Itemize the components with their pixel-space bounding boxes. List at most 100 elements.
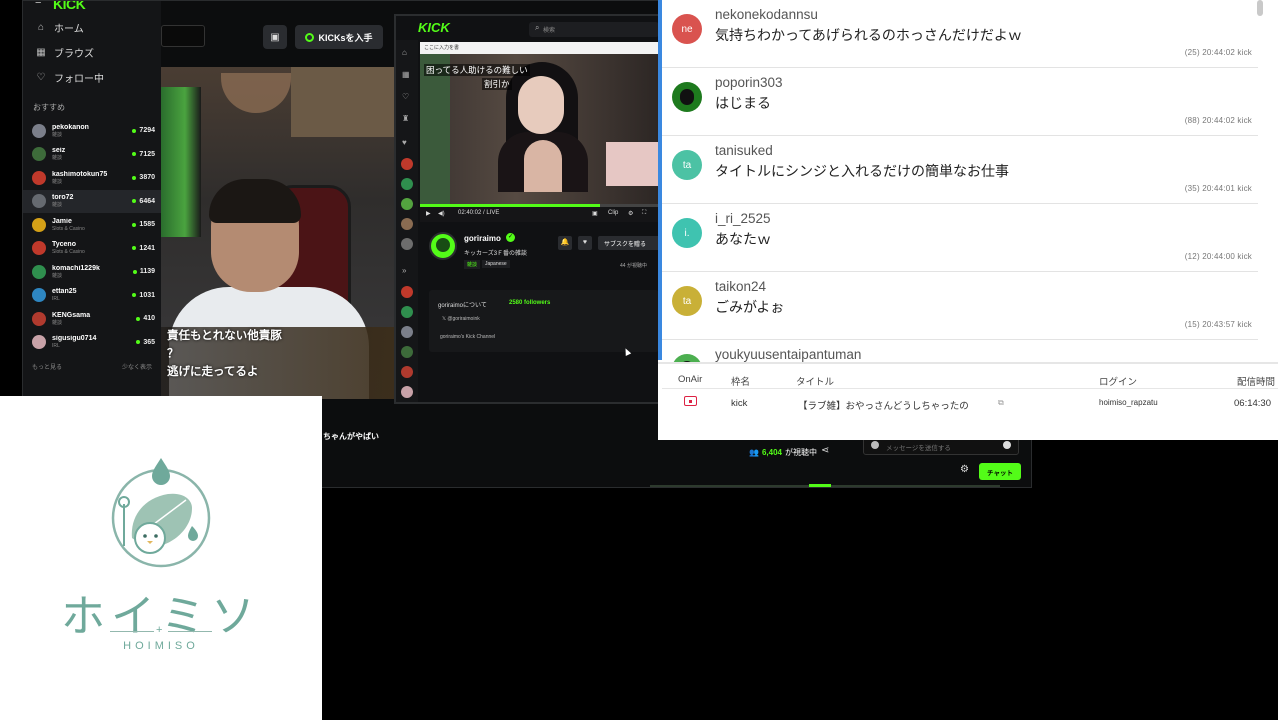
- comment-list: ne nekonekodannsu 気持ちわかってあげられるのホっさんだけだよｗ (2…: [658, 0, 1258, 362]
- home-icon[interactable]: ⌂: [402, 48, 407, 57]
- commenter-avatar: ne: [672, 14, 702, 44]
- emoji-icon[interactable]: [1003, 441, 1011, 449]
- channel-avatar[interactable]: [401, 178, 413, 190]
- search-input[interactable]: [161, 25, 205, 47]
- channel-category: 雑談: [52, 272, 63, 279]
- streamer-avatar-image: [436, 238, 450, 252]
- channel-avatar[interactable]: [401, 326, 413, 338]
- header-duration[interactable]: 配信時間: [1237, 374, 1275, 388]
- nav-browse[interactable]: ▦ ブラウズ: [23, 40, 161, 65]
- show-less-link[interactable]: 少なく表示: [122, 362, 152, 371]
- nested-video-player[interactable]: ここに入力を書 困ってる人助けるの難しい 割引か ▶ ◀) 02:40:02 /…: [420, 42, 658, 222]
- channel-avatar[interactable]: [401, 286, 413, 298]
- header-frame[interactable]: 枠名: [731, 374, 750, 388]
- channel-avatar[interactable]: [401, 218, 413, 230]
- collapse-icon[interactable]: »: [402, 266, 406, 275]
- channel-category: 雑談: [52, 319, 63, 326]
- dashboard-button[interactable]: ▣: [263, 25, 287, 49]
- channel-avatar[interactable]: [401, 158, 413, 170]
- channel-avatar[interactable]: [401, 386, 413, 398]
- channel-avatar[interactable]: [401, 366, 413, 378]
- play-icon[interactable]: ▶: [426, 210, 431, 217]
- nested-viewer-count: 44 が視聴中: [620, 263, 647, 269]
- channel-avatar: [32, 147, 46, 162]
- gift-sub-button[interactable]: サブスクを贈る: [598, 236, 658, 250]
- channel-row[interactable]: sigusigu0714 IRL 365: [23, 331, 161, 355]
- channel-name: Jamie: [52, 217, 72, 225]
- comment-item[interactable]: i. i_ri_2525 あなたｗ (12) 20:44:00 kick: [662, 204, 1258, 272]
- clip-button[interactable]: Clip: [608, 210, 618, 216]
- menu-icon[interactable]: ≡: [35, 1, 41, 7]
- channel-row[interactable]: toro72 雑談 6464: [23, 189, 161, 213]
- channel-avatar[interactable]: [401, 346, 413, 358]
- browse-icon[interactable]: ▦: [402, 70, 410, 79]
- video-time: 02:40:02 / LIVE: [458, 210, 500, 216]
- row-login[interactable]: hoimiso_rapzatu: [1099, 398, 1158, 407]
- video-left-panel: [420, 54, 450, 204]
- nav-home[interactable]: ⌂ ホーム: [23, 15, 161, 40]
- streamer-name[interactable]: goriraimo: [464, 234, 501, 243]
- get-kicks-button[interactable]: KICKsを入手: [295, 25, 383, 49]
- channel-avatar[interactable]: [401, 238, 413, 250]
- channel-avatar[interactable]: [401, 198, 413, 210]
- dashboard-icon: ▣: [270, 31, 280, 43]
- settings-icon[interactable]: ⚙: [628, 210, 633, 217]
- comment-item[interactable]: ta taikon24 ごみがよぉ (15) 20:43:57 kick: [662, 272, 1258, 340]
- kick-logo[interactable]: KICK: [53, 1, 86, 12]
- channel-row[interactable]: KENGsama 雑談 410: [23, 307, 161, 331]
- header-title[interactable]: タイトル: [796, 374, 834, 388]
- channel-category: 雑談: [52, 202, 63, 209]
- nested-kick-logo[interactable]: KICK: [418, 20, 450, 35]
- heart-icon[interactable]: ♡: [402, 92, 409, 101]
- chat-send-button[interactable]: チャット: [979, 463, 1021, 480]
- volume-icon[interactable]: ◀): [438, 210, 445, 217]
- chat-scroll-thumb[interactable]: [809, 484, 831, 487]
- comment-scrollbar[interactable]: [1257, 0, 1263, 16]
- trophy-icon[interactable]: ♜: [402, 114, 409, 123]
- notification-bell-button[interactable]: 🔔: [558, 236, 572, 250]
- share-icon[interactable]: ⋖: [821, 445, 829, 456]
- comment-item[interactable]: youkyuusentaipantuman: [662, 340, 1258, 362]
- gear-icon[interactable]: ⚙: [960, 464, 969, 475]
- channel-name: pekokanon: [52, 123, 89, 131]
- comment-meta: (35) 20:44:01 kick: [1184, 184, 1252, 193]
- comment-item[interactable]: ta tanisuked タイトルにシンジと入れるだけの簡単なお仕事 (35) 20:…: [662, 136, 1258, 204]
- caption-line: ？: [167, 348, 179, 360]
- channel-row[interactable]: ettan25 IRL 1031: [23, 284, 161, 308]
- language-tag[interactable]: Japanese: [482, 260, 510, 268]
- channel-row[interactable]: Tyceno Slots & Casino 1241: [23, 237, 161, 261]
- x-social-link[interactable]: 𝕏 @goriraimoink: [442, 316, 480, 322]
- fullscreen-icon[interactable]: ⛶: [642, 210, 646, 217]
- channel-row[interactable]: komachi1229k 雑談 1139: [23, 260, 161, 284]
- header-login[interactable]: ログイン: [1099, 374, 1137, 388]
- chat-mod-icon[interactable]: [871, 441, 879, 449]
- channel-name: sigusigu0714: [52, 335, 97, 343]
- copy-icon[interactable]: ⧉: [998, 398, 1004, 408]
- show-more-link[interactable]: もっと見る: [32, 362, 62, 371]
- category-tag[interactable]: 雑談: [464, 260, 481, 269]
- header-onair[interactable]: OnAir: [678, 374, 702, 385]
- nested-search-input[interactable]: 検索: [529, 22, 658, 37]
- heart-filled-icon[interactable]: ♥: [402, 138, 407, 147]
- channel-category: 雑談: [52, 155, 63, 162]
- follow-heart-button[interactable]: ♥: [578, 236, 592, 250]
- alien-avatar-icon: [680, 89, 694, 105]
- channel-avatar: [32, 264, 46, 279]
- channel-row[interactable]: Jamie Slots & Casino 1585: [23, 213, 161, 237]
- video-overlay-text: 困ってる人助けるの難しい: [424, 64, 530, 76]
- table-divider: [662, 388, 1278, 389]
- comment-item[interactable]: ne nekonekodannsu 気持ちわかってあげられるのホっさんだけだよｗ (2…: [662, 0, 1258, 68]
- comment-item[interactable]: poporin303 はじまる (88) 20:44:02 kick: [662, 68, 1258, 136]
- row-title[interactable]: 【ラブ雑】おやっさんどうしちゃったの: [798, 398, 969, 412]
- channel-row[interactable]: seiz 雑談 7125: [23, 143, 161, 167]
- screenshot-icon[interactable]: ▣: [592, 210, 598, 217]
- row-frame[interactable]: kick: [731, 398, 747, 409]
- channel-avatar[interactable]: [401, 306, 413, 318]
- comment-text: タイトルにシンジと入れるだけの簡単なお仕事: [715, 163, 1009, 179]
- channel-row[interactable]: kashimotokun75 雑談 3870: [23, 166, 161, 190]
- channel-viewers: 7294: [132, 127, 155, 134]
- nav-following[interactable]: ♡ フォロー中: [23, 65, 161, 90]
- viewers-icon: 👥: [749, 448, 759, 457]
- commenter-name: nekonekodannsu: [715, 7, 818, 22]
- channel-row[interactable]: pekokanon 雑談 7294: [23, 119, 161, 143]
